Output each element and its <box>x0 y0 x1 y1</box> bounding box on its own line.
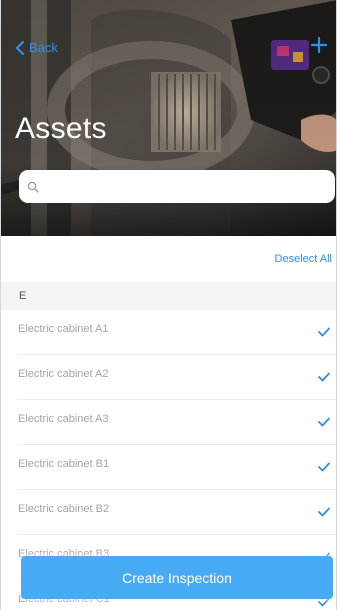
checkmark-icon <box>318 327 330 337</box>
list-item-label: Electric cabinet A2 <box>18 368 109 380</box>
list-item[interactable]: Electric cabinet A1 <box>1 310 336 355</box>
page-title: Assets <box>15 112 107 145</box>
list-item-label: Electric cabinet B1 <box>18 458 110 470</box>
search-input[interactable] <box>45 179 315 194</box>
search-bar[interactable] <box>19 170 335 203</box>
assets-screen: Back Assets Deselect All E Electric cabi… <box>0 0 337 610</box>
checkmark-icon <box>318 462 330 472</box>
chevron-left-icon <box>15 40 25 55</box>
section-letter: E <box>19 290 27 302</box>
search-icon <box>27 181 39 193</box>
list-item-label: Electric cabinet A3 <box>18 413 109 425</box>
list-item-label: Electric cabinet B2 <box>18 503 110 515</box>
list-item[interactable]: Electric cabinet B2 <box>1 490 336 535</box>
list-item[interactable]: Electric cabinet A3 <box>1 400 336 445</box>
section-header: E <box>1 282 336 310</box>
create-inspection-button[interactable]: Create Inspection <box>21 556 333 599</box>
plus-icon[interactable] <box>310 36 328 54</box>
list-item-label: Electric cabinet A1 <box>18 323 109 335</box>
checkmark-icon <box>318 372 330 382</box>
list-toolbar: Deselect All <box>1 236 336 282</box>
back-label: Back <box>29 40 58 55</box>
back-button[interactable]: Back <box>15 40 58 55</box>
list-item[interactable]: Electric cabinet B1 <box>1 445 336 490</box>
checkmark-icon <box>318 507 330 517</box>
header-photo: Back Assets <box>1 0 336 236</box>
list-item[interactable]: Electric cabinet A2 <box>1 355 336 400</box>
deselect-all-button[interactable]: Deselect All <box>275 253 332 265</box>
checkmark-icon <box>318 417 330 427</box>
